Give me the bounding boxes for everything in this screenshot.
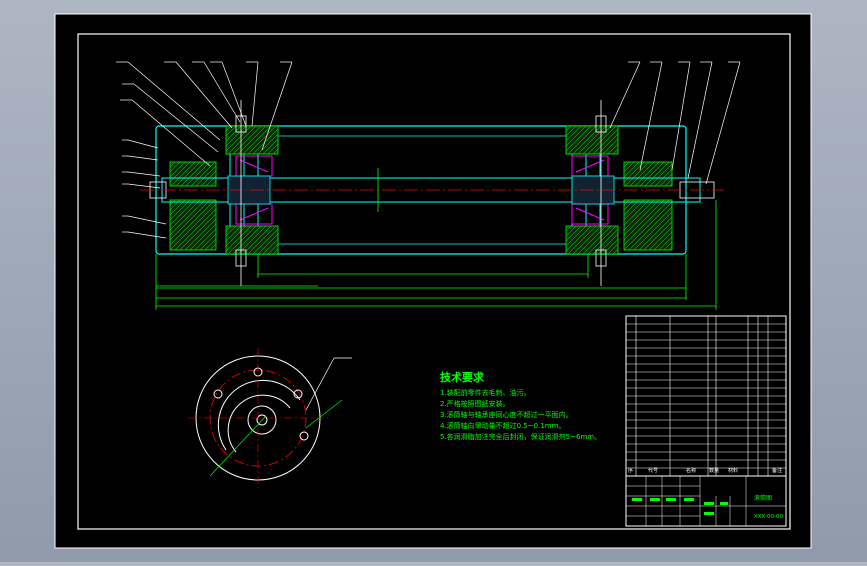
notes-title: 技术要求: [440, 370, 485, 384]
drawing-name: 滚筒图: [754, 494, 772, 502]
cad-viewport: 技术要求 1.装配前零件去毛刺、油污。 2.严格按照图纸安装。 3.滚筒轴与轴承…: [0, 0, 867, 562]
note-item-1: 1.装配前零件去毛刺、油污。: [440, 388, 531, 397]
header-cell-qty: 数量: [709, 467, 719, 474]
header-cell-code: 代号: [648, 467, 658, 474]
header-cell-remark: 备注: [772, 467, 782, 474]
parts-list-table: 序 代号 名称 数量 材料 备注: [625, 315, 787, 477]
header-cell-material: 材料: [728, 467, 738, 474]
header-cell-index: 序: [628, 467, 633, 474]
note-item-2: 2.严格按照图纸安装。: [440, 399, 510, 408]
header-cell-name: 名称: [686, 467, 696, 474]
left-support-bottom: [169, 199, 217, 251]
engineering-drawing: 技术要求 1.装配前零件去毛刺、油污。 2.严格按照图纸安装。 3.滚筒轴与轴承…: [54, 13, 812, 549]
drawing-number: XXX-00-00: [754, 514, 783, 520]
right-support-top: [623, 161, 673, 187]
note-item-4: 4.滚筒轴向窜动量不超过0.5~0.1mm。: [440, 421, 565, 430]
note-item-3: 3.滚筒轴与轴承座同心度不超过一平面内。: [440, 410, 573, 419]
note-item-5: 5.各润滑脂加注完全后封闭，保证润滑剂5~6mm。: [440, 432, 601, 441]
